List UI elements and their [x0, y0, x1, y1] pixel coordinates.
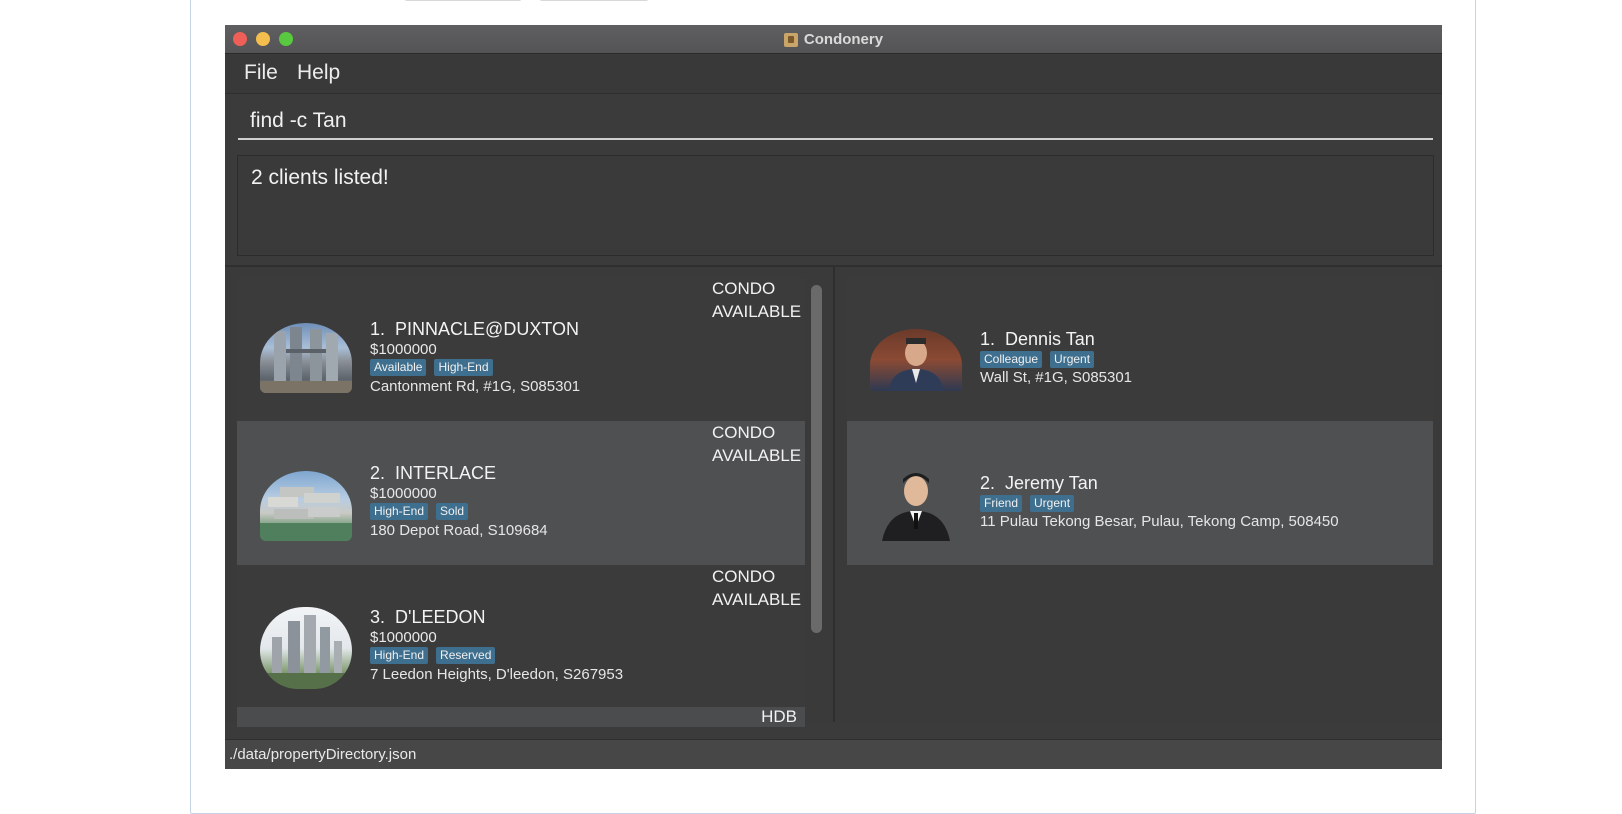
property-tag: Reserved	[436, 647, 496, 664]
property-list: 1. PINNACLE@DUXTON $1000000 Available Hi…	[237, 277, 805, 727]
property-status: AVAILABLE	[712, 446, 802, 465]
menu-bar: File Help	[225, 55, 1442, 94]
client-address: 11 Pulau Tekong Besar, Pulau, Tekong Cam…	[980, 513, 1339, 530]
app-window: Condonery File Help 2 clients listed!	[225, 25, 1442, 769]
property-type-status: CONDO AVAILABLE	[712, 277, 805, 323]
doc-tab	[539, 0, 649, 1]
property-image	[260, 471, 352, 541]
property-tag: Sold	[436, 503, 469, 520]
person-portrait-icon	[888, 338, 944, 391]
menu-file[interactable]: File	[244, 61, 278, 85]
client-tag: Friend	[980, 495, 1023, 512]
property-address: 180 Depot Road, S109684	[370, 522, 548, 539]
client-card[interactable]: 2. Jeremy Tan Friend Urgent 11 Pulau Tek…	[847, 421, 1433, 565]
client-tag: Urgent	[1030, 495, 1075, 512]
menu-help[interactable]: Help	[297, 61, 340, 85]
property-tags: High-End Reserved	[370, 647, 496, 664]
split-divider[interactable]	[833, 267, 835, 722]
property-price: $1000000	[370, 485, 437, 502]
command-input[interactable]	[238, 104, 1433, 140]
property-type: CONDO	[712, 423, 776, 442]
app-icon	[783, 32, 798, 47]
title-container: Condonery	[225, 25, 1442, 54]
property-type: CONDO	[712, 567, 776, 586]
client-tags: Friend Urgent	[980, 495, 1075, 512]
doc-tab	[404, 0, 522, 1]
dleedon-towers-icon	[260, 615, 352, 689]
client-name: 1. Dennis Tan	[980, 329, 1095, 349]
client-list: 1. Dennis Tan Colleague Urgent Wall St, …	[847, 277, 1433, 717]
property-status: AVAILABLE	[712, 302, 802, 321]
client-name: 2. Jeremy Tan	[980, 473, 1098, 493]
title-bar: Condonery	[225, 25, 1442, 54]
property-name: 2. INTERLACE	[370, 463, 497, 483]
client-tags: Colleague Urgent	[980, 351, 1095, 368]
client-tag: Urgent	[1050, 351, 1095, 368]
property-price: $1000000	[370, 629, 437, 646]
property-card[interactable]: 2. INTERLACE $1000000 High-End Sold 180 …	[237, 421, 805, 565]
client-address: Wall St, #1G, S085301	[980, 369, 1133, 386]
property-image	[260, 323, 352, 393]
status-bar: ./data/propertyDirectory.json	[225, 739, 1442, 769]
property-card-partial[interactable]: HDB	[237, 707, 805, 727]
property-tag: Available	[370, 359, 427, 376]
property-tag: High-End	[434, 359, 493, 376]
pinnacle-buildings-icon	[260, 327, 352, 393]
property-type: CONDO	[712, 279, 776, 298]
storage-path: ./data/propertyDirectory.json	[229, 746, 417, 763]
property-type-status: CONDO AVAILABLE	[712, 565, 805, 611]
property-status: AVAILABLE	[712, 590, 802, 609]
result-display: 2 clients listed!	[237, 155, 1434, 256]
property-tag: High-End	[370, 503, 429, 520]
property-card[interactable]: 3. D'LEEDON $1000000 High-End Reserved 7…	[237, 565, 805, 709]
result-message: 2 clients listed!	[251, 166, 389, 189]
property-name: 3. D'LEEDON	[370, 607, 486, 627]
client-tag: Colleague	[980, 351, 1043, 368]
lists-panel: 1. PINNACLE@DUXTON $1000000 Available Hi…	[225, 265, 1442, 727]
property-type: HDB	[761, 707, 797, 726]
property-address: 7 Leedon Heights, D'leedon, S267953	[370, 666, 624, 683]
client-avatar	[870, 329, 962, 391]
property-name: 1. PINNACLE@DUXTON	[370, 319, 580, 339]
property-tags: High-End Sold	[370, 503, 469, 520]
property-address: Cantonment Rd, #1G, S085301	[370, 378, 581, 395]
client-avatar	[870, 465, 962, 541]
window-title: Condonery	[803, 31, 884, 48]
property-tag: High-End	[370, 647, 429, 664]
interlace-buildings-icon	[260, 487, 352, 541]
property-card[interactable]: 1. PINNACLE@DUXTON $1000000 Available Hi…	[237, 277, 805, 421]
client-card[interactable]: 1. Dennis Tan Colleague Urgent Wall St, …	[847, 277, 1433, 421]
property-price: $1000000	[370, 341, 437, 358]
property-list-scrollbar[interactable]	[811, 285, 822, 633]
person-portrait-icon	[882, 473, 950, 541]
property-tags: Available High-End	[370, 359, 493, 376]
property-type-status: CONDO AVAILABLE	[712, 421, 805, 467]
property-image	[260, 607, 352, 689]
